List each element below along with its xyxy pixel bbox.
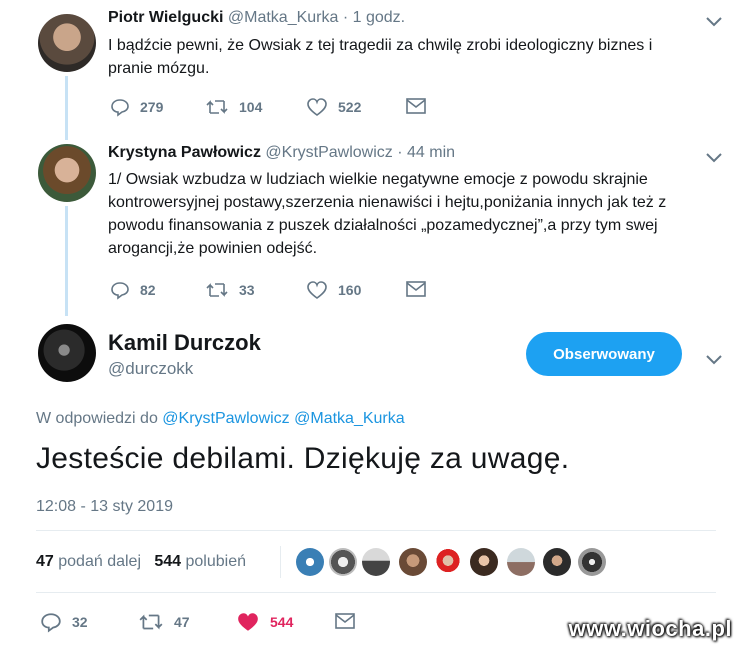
heart-icon [307, 98, 327, 116]
avatar[interactable] [470, 548, 498, 576]
reply-icon [41, 613, 61, 633]
tweet-text: 1/ Owsiak wzbudza w ludziach wielkie neg… [108, 171, 667, 257]
tweet-text: I bądźcie pewni, że Owsiak z tej tragedi… [108, 37, 653, 77]
retweet-icon [206, 283, 228, 297]
reply-action[interactable]: 279 [110, 97, 163, 117]
envelope-icon [335, 613, 355, 629]
avatar[interactable] [362, 548, 390, 576]
chevron-down-icon[interactable] [706, 150, 722, 168]
reply-action[interactable]: 32 [40, 611, 88, 633]
retweet-action[interactable]: 47 [138, 611, 190, 633]
reply-mention-link[interactable]: @KrystPawlowicz [162, 410, 289, 427]
avatar[interactable] [507, 548, 535, 576]
chevron-down-icon[interactable] [706, 14, 722, 32]
avatar[interactable] [329, 548, 357, 576]
watermark-logo: www.wiocha.pl [568, 616, 732, 641]
reply-action[interactable]: 82 [110, 280, 156, 300]
reply-icon [111, 282, 129, 300]
author-name[interactable]: Piotr Wielgucki [108, 9, 223, 26]
retweet-action[interactable]: 33 [205, 280, 255, 300]
heart-icon [307, 281, 327, 299]
like-action[interactable]: 544 [236, 611, 293, 633]
reply-mention-link[interactable]: @Matka_Kurka [294, 410, 405, 427]
like-action[interactable]: 160 [306, 280, 361, 300]
avatar[interactable] [38, 144, 96, 202]
retweet-icon [139, 614, 163, 630]
avatar[interactable] [38, 14, 96, 72]
tweet-timestamp[interactable]: 12:08 - 13 sty 2019 [36, 498, 173, 516]
chevron-down-icon[interactable] [706, 352, 722, 370]
divider [36, 592, 716, 593]
avatar[interactable] [38, 324, 96, 382]
author-handle[interactable]: @Matka_Kurka [228, 9, 339, 26]
reply-icon [111, 99, 129, 117]
divider [280, 546, 281, 578]
author-name[interactable]: Kamil Durczok [108, 330, 261, 356]
follow-button[interactable]: Obserwowany [526, 332, 682, 376]
author-handle[interactable]: @KrystPawlowicz [265, 144, 392, 161]
tweet-text: Jesteście debilami. Dziękuję za uwagę. [36, 442, 570, 475]
retweet-icon [206, 100, 228, 114]
envelope-icon [406, 98, 426, 114]
tweet-time[interactable]: · 44 min [397, 144, 455, 161]
envelope-icon [406, 281, 426, 297]
retweet-action[interactable]: 104 [205, 97, 262, 117]
retweet-stat[interactable]: 47 podań dalej [36, 553, 141, 570]
tweet-time[interactable]: · 1 godz. [343, 9, 405, 26]
message-action[interactable] [405, 280, 437, 298]
thread-line [65, 76, 68, 140]
avatar[interactable] [543, 548, 571, 576]
message-action[interactable] [334, 612, 366, 630]
avatar[interactable] [399, 548, 427, 576]
author-name[interactable]: Krystyna Pawłowicz [108, 144, 261, 161]
like-stat[interactable]: 544 polubień [154, 553, 246, 570]
avatar[interactable] [578, 548, 606, 576]
avatar[interactable] [434, 548, 462, 576]
like-action[interactable]: 522 [306, 97, 361, 117]
divider [36, 530, 716, 531]
avatar[interactable] [296, 548, 324, 576]
engagement-stats: 47 podań dalej 544 polubień [36, 553, 246, 571]
author-handle[interactable]: @durczokk [108, 359, 193, 379]
reply-context: W odpowiedzi do @KrystPawlowicz @Matka_K… [36, 410, 405, 427]
thread-line [65, 206, 68, 316]
message-action[interactable] [405, 97, 437, 115]
heart-icon [238, 613, 258, 631]
